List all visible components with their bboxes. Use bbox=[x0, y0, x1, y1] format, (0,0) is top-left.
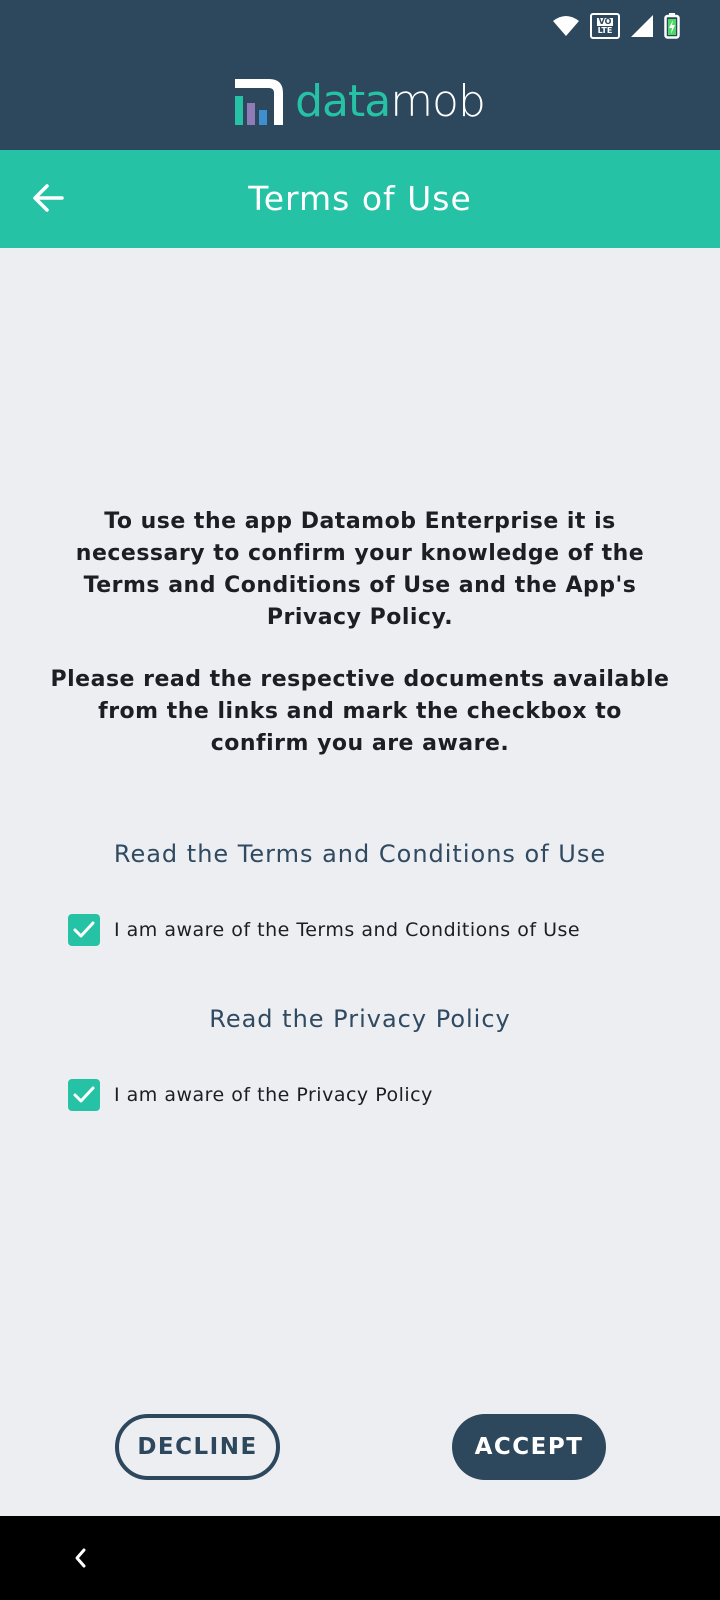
volte-icon: VO LTE bbox=[590, 13, 620, 39]
toolbar: Terms of Use bbox=[0, 150, 720, 248]
system-nav-bar bbox=[0, 1516, 720, 1600]
back-button[interactable] bbox=[24, 174, 72, 222]
check-icon bbox=[73, 1086, 95, 1103]
volte-bottom-text: LTE bbox=[597, 25, 613, 35]
signal-icon bbox=[631, 15, 653, 37]
check-icon bbox=[73, 921, 95, 938]
datamob-logo: datamob bbox=[0, 72, 720, 132]
page-title: Terms of Use bbox=[248, 179, 472, 218]
decline-button[interactable]: DECLINE bbox=[115, 1414, 280, 1480]
privacy-checkbox-label: I am aware of the Privacy Policy bbox=[114, 1084, 433, 1106]
arrow-left-icon bbox=[33, 184, 64, 212]
logo-text-data: data bbox=[295, 76, 391, 127]
terms-checkbox-label: I am aware of the Terms and Conditions o… bbox=[114, 919, 581, 941]
logo-text-mob: mob bbox=[390, 76, 486, 127]
datamob-wordmark: datamob bbox=[295, 80, 486, 124]
privacy-checkbox-row[interactable]: I am aware of the Privacy Policy bbox=[68, 1079, 433, 1111]
battery-icon bbox=[664, 13, 680, 39]
intro-text: To use the app Datamob Enterprise it is … bbox=[50, 506, 670, 760]
wifi-icon bbox=[553, 16, 579, 36]
intro-paragraph-1: To use the app Datamob Enterprise it is … bbox=[75, 509, 645, 630]
volte-top-text: VO bbox=[596, 16, 614, 26]
terms-checkbox[interactable] bbox=[68, 914, 100, 946]
datamob-logo-mark bbox=[235, 79, 284, 125]
app-header: VO LTE datamob bbox=[0, 0, 720, 150]
terms-checkbox-row[interactable]: I am aware of the Terms and Conditions o… bbox=[68, 914, 580, 946]
status-bar: VO LTE bbox=[552, 12, 680, 40]
chevron-left-icon bbox=[75, 1548, 86, 1568]
accept-button[interactable]: ACCEPT bbox=[452, 1414, 606, 1480]
privacy-checkbox[interactable] bbox=[68, 1079, 100, 1111]
privacy-link[interactable]: Read the Privacy Policy bbox=[0, 1005, 720, 1033]
nav-back-button[interactable] bbox=[56, 1534, 104, 1582]
terms-link[interactable]: Read the Terms and Conditions of Use bbox=[0, 840, 720, 868]
intro-paragraph-2: Please read the respective documents ava… bbox=[50, 667, 670, 756]
